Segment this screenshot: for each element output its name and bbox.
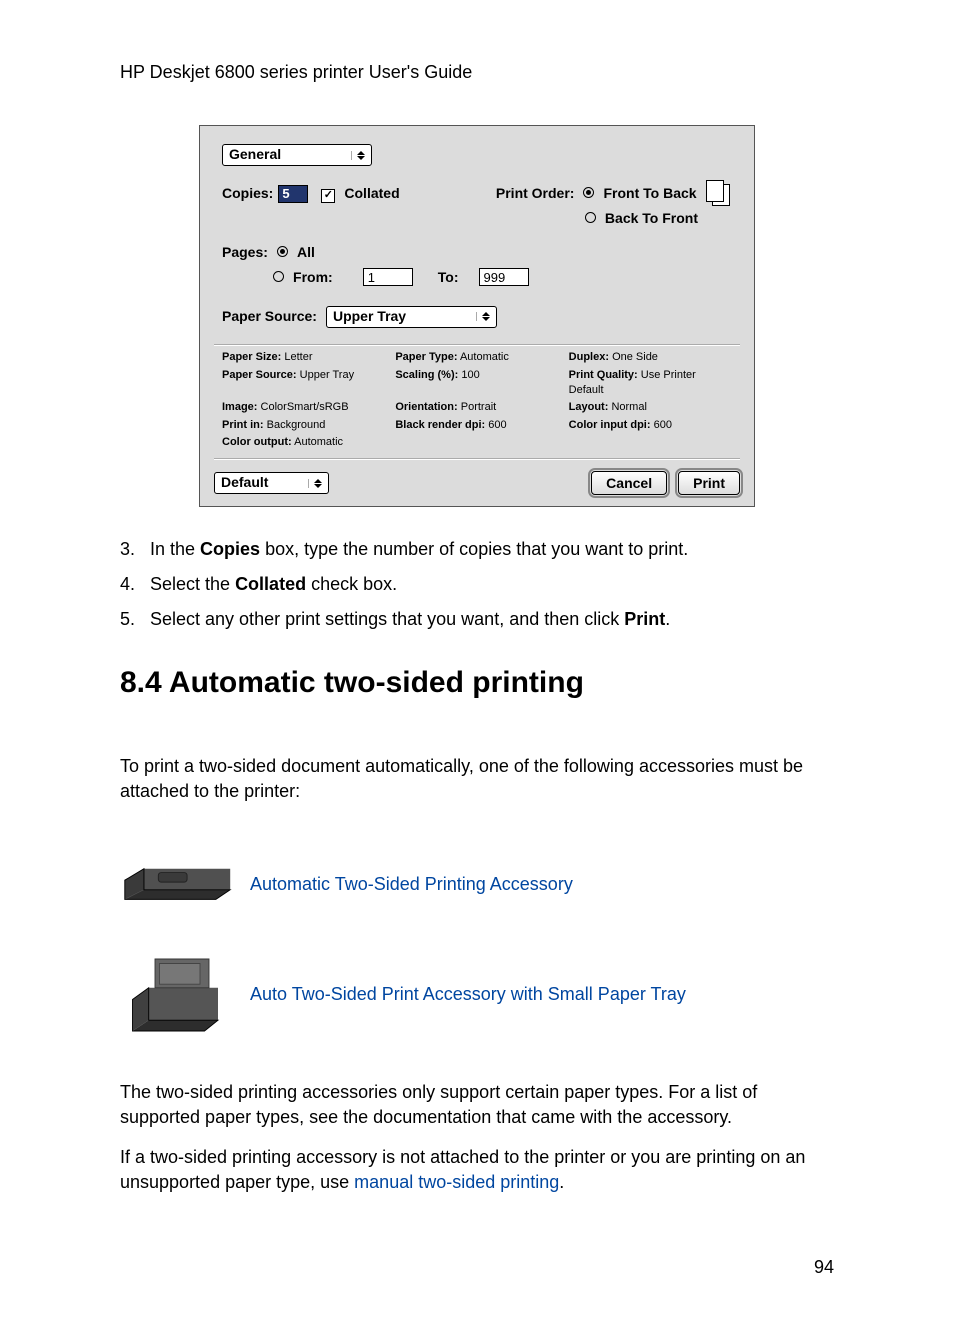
back-to-front-radio[interactable] — [585, 212, 596, 223]
collated-checkbox[interactable]: ✓ — [321, 189, 335, 203]
pages-all-label: All — [297, 244, 315, 260]
panel-selector-label: General — [229, 145, 281, 165]
step-5: 5. Select any other print settings that … — [120, 607, 834, 632]
manual-paragraph: If a two-sided printing accessory is not… — [120, 1145, 834, 1195]
page-header: HP Deskjet 6800 series printer User's Gu… — [120, 60, 834, 85]
accessory-2-row: Auto Two-Sided Print Accessory with Smal… — [120, 950, 834, 1040]
accessory-1-link[interactable]: Automatic Two-Sided Printing Accessory — [250, 872, 573, 897]
print-dialog: General Copies: ✓ Collated Print Order: … — [199, 125, 755, 506]
accessory-2-link[interactable]: Auto Two-Sided Print Accessory with Smal… — [250, 982, 686, 1007]
pages-all-radio[interactable] — [277, 246, 288, 257]
pages-to-input[interactable] — [479, 268, 529, 286]
back-to-front-label: Back To Front — [605, 210, 698, 226]
print-button[interactable]: Print — [678, 471, 740, 495]
pages-from-input[interactable] — [363, 268, 413, 286]
collate-preview-icon — [706, 180, 732, 208]
dropdown-arrows-icon — [351, 151, 365, 160]
step-3: 3. In the Copies box, type the number of… — [120, 537, 834, 562]
intro-paragraph: To print a two-sided document automatica… — [120, 754, 834, 804]
section-heading: 8.4 Automatic two-sided printing — [120, 662, 834, 704]
support-paragraph: The two-sided printing accessories only … — [120, 1080, 834, 1130]
accessory-2-image — [120, 950, 235, 1040]
cancel-button[interactable]: Cancel — [591, 471, 667, 495]
front-to-back-radio[interactable] — [583, 187, 594, 198]
preset-label: Default — [221, 473, 268, 493]
dropdown-arrows-icon — [308, 479, 322, 488]
print-summary: Paper Size: Letter Paper Type: Automatic… — [222, 350, 732, 450]
step-4: 4. Select the Collated check box. — [120, 572, 834, 597]
accessory-1-image — [120, 850, 235, 920]
pages-from-label: From: — [293, 269, 333, 285]
pages-to-label: To: — [438, 269, 459, 285]
accessory-1-row: Automatic Two-Sided Printing Accessory — [120, 850, 834, 920]
paper-source-selector[interactable]: Upper Tray — [326, 306, 497, 328]
copies-input[interactable] — [278, 185, 308, 203]
copies-label: Copies: — [222, 185, 273, 201]
pages-label: Pages: — [222, 244, 268, 260]
front-to-back-label: Front To Back — [604, 185, 697, 201]
pages-from-radio[interactable] — [273, 271, 284, 282]
paper-source-label: Paper Source: — [222, 308, 317, 324]
steps-list: 3. In the Copies box, type the number of… — [120, 537, 834, 633]
preset-selector[interactable]: Default — [214, 472, 329, 494]
collated-label: Collated — [344, 185, 399, 201]
manual-two-sided-link[interactable]: manual two-sided printing — [354, 1172, 559, 1192]
print-order-label: Print Order: — [496, 185, 575, 201]
page-number: 94 — [120, 1255, 834, 1280]
panel-selector[interactable]: General — [222, 144, 372, 166]
dropdown-arrows-icon — [476, 312, 490, 321]
paper-source-value: Upper Tray — [333, 307, 406, 327]
